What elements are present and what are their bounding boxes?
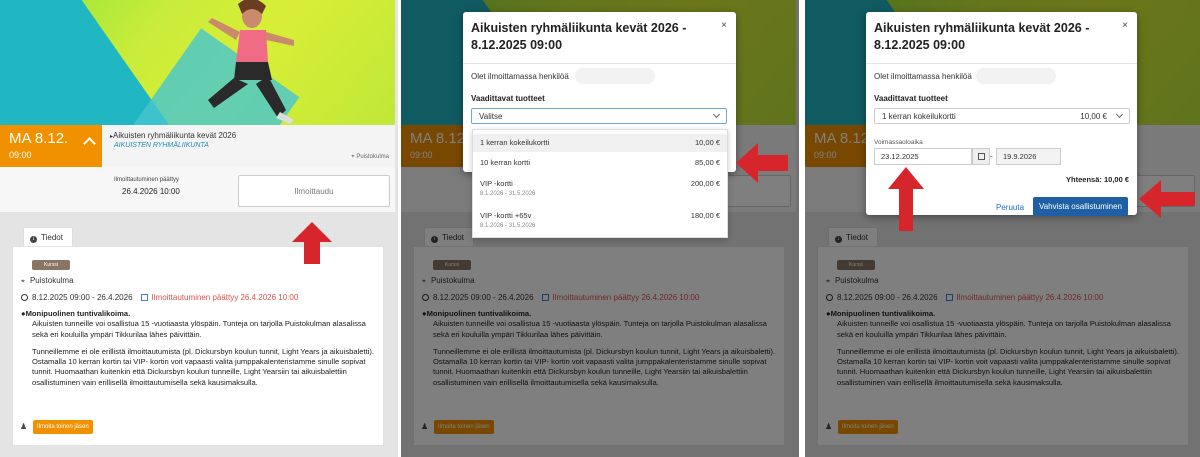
registering-text: Olet ilmoittamassa henkilöä (471, 72, 569, 81)
panel-confirm-registration: MA 8.12.09:00 iTiedot Kurssi Puistokulma… (805, 0, 1200, 457)
tab-details[interactable]: i Tiedot (23, 227, 73, 247)
course-badge: Kurssi (32, 260, 70, 270)
close-icon[interactable]: × (1122, 20, 1128, 31)
details-location: Puistokulma (21, 276, 74, 286)
event-location: ⌖ Puistokulma (351, 154, 389, 160)
option-1-kerran[interactable]: 1 kerran kokeilukortti 10,00 € (473, 134, 727, 152)
calendar-icon (140, 294, 148, 301)
panel-product-dropdown: MA 8.12.09:00 iTiedot Kurssi Puistokulma… (401, 0, 799, 457)
red-arrow-up-icon (292, 222, 332, 264)
event-date-block[interactable]: MA 8.12. 09:00 (0, 125, 102, 167)
valid-from-input[interactable]: 23.12.2025 (874, 148, 972, 165)
registration-end-label: Ilmoittautuminen päättyy (114, 177, 180, 183)
option-10-kerran[interactable]: 10 kerran kortti 85,00 € (473, 154, 727, 172)
chevron-up-icon[interactable] (83, 137, 96, 150)
product-dropdown-list: 1 kerran kokeilukortti 10,00 € 10 kerran … (472, 129, 728, 238)
red-arrow-up-icon (888, 167, 924, 231)
event-date: MA 8.12. (9, 130, 69, 147)
valid-to-input[interactable]: 19.9.2026 (996, 148, 1061, 165)
total-price: Yhteensä: 10,00 € (1066, 175, 1129, 184)
product-select[interactable]: 1 kerran kokeilukortti 10,00 € (874, 108, 1130, 124)
register-button[interactable]: Ilmoittaudu (238, 175, 390, 207)
required-products-label: Vaadittavat tuotteet (874, 94, 948, 103)
details-card: Kurssi Puistokulma 8.12.2025 09:00 - 26.… (12, 246, 384, 446)
chevron-down-icon (1115, 110, 1124, 119)
person-name-blurred (976, 68, 1056, 84)
registering-text: Olet ilmoittamassa henkilöä (874, 72, 972, 81)
product-select[interactable]: Valitse (471, 108, 727, 124)
chevron-down-icon (712, 110, 721, 119)
option-vip[interactable]: VIP -kortti 200,00 € 8.1.2026 - 31.5.2026 (473, 179, 727, 197)
modal-title: Aikuisten ryhmäliikunta kevät 2026 - 8.1… (874, 21, 1090, 52)
cancel-button[interactable]: Peruuta (996, 203, 1024, 212)
validity-label: Voimassaoloaika (874, 139, 923, 146)
event-time: 09:00 (9, 150, 32, 160)
hero-image (0, 0, 395, 125)
dancer-image (208, 0, 294, 124)
required-products-label: Vaadittavat tuotteet (471, 94, 545, 103)
clock-icon (21, 294, 28, 301)
add-user-icon: ♟ (20, 422, 28, 431)
panel-event-page: MA 8.12. 09:00 Aikuisten ryhmäliikunta k… (0, 0, 398, 457)
info-icon: i (30, 236, 37, 243)
details-description: Monipuolinen tuntivalikoima. Aikuisten t… (21, 309, 377, 388)
close-icon[interactable]: × (721, 20, 727, 31)
details-date-line: 8.12.2025 09:00 - 26.4.2026 Ilmoittautumi… (21, 293, 298, 302)
red-arrow-left-icon (1139, 180, 1195, 218)
registration-row: Ilmoittautuminen päättyy 26.4.2026 10:00… (0, 167, 395, 212)
red-arrow-left-icon (736, 143, 788, 183)
modal-title: Aikuisten ryhmäliikunta kevät 2026 - 8.1… (471, 21, 687, 52)
event-category-link[interactable]: AIKUISTEN RYHMÄLIIKUNTA (114, 142, 209, 149)
event-title: Aikuisten ryhmäliikunta kevät 2026 (110, 131, 236, 140)
confirm-participation-button[interactable]: Vahvista osallistuminen (1033, 197, 1128, 216)
option-vip-65[interactable]: VIP -kortti +65v 180,00 € 8.1.2026 - 31.5… (473, 211, 727, 229)
person-name-blurred (575, 68, 655, 84)
registration-end-value: 26.4.2026 10:00 (122, 187, 180, 196)
calendar-icon[interactable] (972, 148, 990, 165)
event-info-strip: Aikuisten ryhmäliikunta kevät 2026 AIKUI… (102, 125, 395, 167)
add-member-button[interactable]: Ilmoita toinen jäsen (33, 420, 93, 434)
